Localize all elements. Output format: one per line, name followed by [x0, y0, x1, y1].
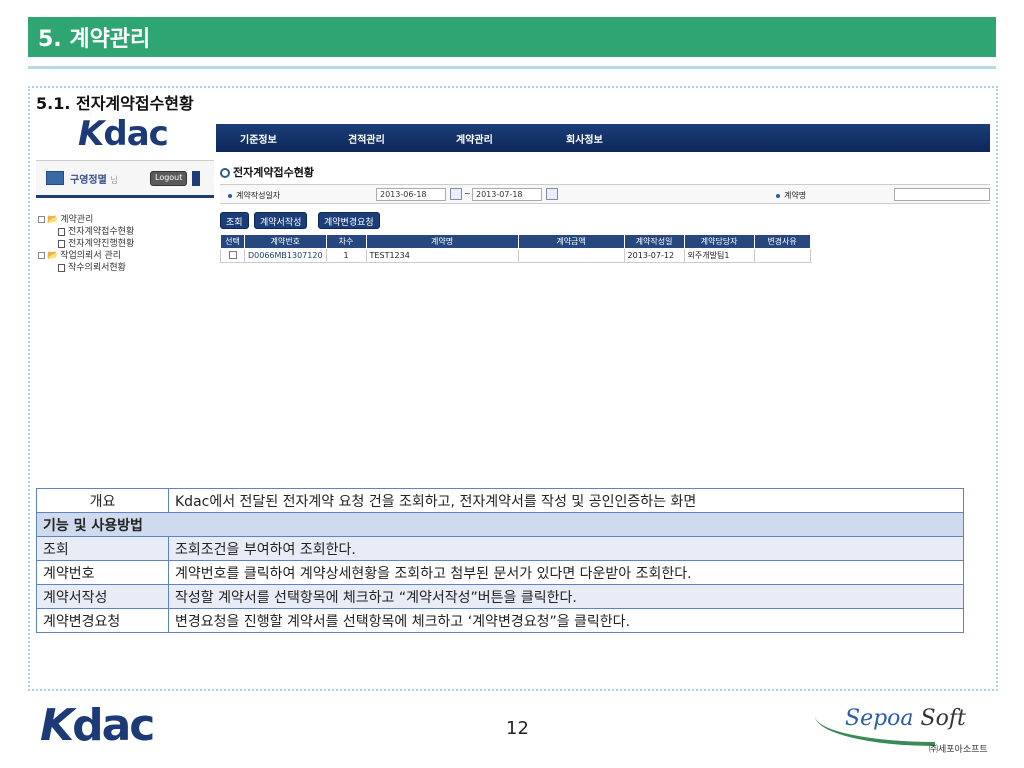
header-divider [28, 66, 996, 69]
sidebar-toggle[interactable] [192, 171, 200, 186]
nav-item-company[interactable]: 회사정보 [566, 131, 603, 146]
collapse-icon [38, 252, 45, 259]
slide-title: 5. 계약관리 [38, 27, 151, 52]
user-icon [46, 171, 64, 185]
tree-item-work-order-mgmt[interactable]: 📂 작업의뢰서 관리 [38, 250, 134, 262]
kdac-logo: Kdac [78, 114, 169, 154]
contract-name-label: 계약명 [776, 190, 806, 201]
folder-icon: 📂 [47, 215, 59, 225]
document-icon [58, 227, 65, 236]
date-from-input[interactable]: 2013-06-18 [376, 188, 446, 201]
date-label: 계약작성일자 [228, 190, 280, 201]
top-nav: 기준정보 견적관리 계약관리 회사정보 [216, 124, 990, 152]
row-checkbox[interactable] [228, 250, 237, 259]
nav-item-contract[interactable]: 계약관리 [456, 131, 493, 146]
calendar-icon[interactable] [546, 188, 558, 200]
tree-item-progress-status[interactable]: 전자계약진행현황 [38, 238, 134, 250]
footer-kdac-logo: Kdac [40, 700, 155, 751]
calendar-icon[interactable] [450, 188, 462, 200]
menu-tree: 📂 계약관리 전자계약접수현황 전자계약진행현황 📂 작업의뢰서 관리 작수의뢰서현… [38, 214, 134, 274]
date-to-input[interactable]: 2013-07-18 [472, 188, 542, 201]
section-title: 5.1. 전자계약접수현황 [36, 94, 194, 113]
tree-item-work-order-status[interactable]: 작수의뢰서현황 [38, 262, 134, 274]
nav-item-basic-info[interactable]: 기준정보 [240, 131, 277, 146]
document-icon [58, 263, 65, 272]
grid-header-row: 선택 계약번호 차수 계약명 계약금액 계약작성일 계약담당자 변경사유 [220, 234, 811, 249]
write-contract-button[interactable]: 계약서작성 [254, 212, 308, 229]
features-header-row: 기능 및 사용방법 [36, 512, 964, 537]
folder-icon: 📂 [47, 251, 59, 261]
page-number: 12 [506, 718, 529, 739]
user-box: 구영정멸 님 Logout [36, 160, 214, 198]
app-screenshot: Kdac 기준정보 견적관리 계약관리 회사정보 구영정멸 님 Logout 📂… [36, 114, 990, 474]
contract-number-link[interactable]: D0066MB1307120 [244, 248, 327, 263]
description-table: 개요 Kdac에서 전달된 전자계약 요청 건을 조회하고, 전자계약서를 작성… [36, 488, 964, 633]
table-row: D0066MB1307120 1 TEST1234 2013-07-12 외주개… [220, 248, 811, 263]
change-request-button[interactable]: 계약변경요청 [318, 212, 380, 229]
tree-item-receipt-status[interactable]: 전자계약접수현황 [38, 226, 134, 238]
collapse-icon [38, 216, 45, 223]
table-row: 계약변경요청 변경요청을 진행할 계약서를 선택항목에 체크하고 ‘계약변경요청… [36, 608, 964, 633]
table-row: 조회 조회조건을 부여하여 조회한다. [36, 536, 964, 561]
sepoa-logo: Sepoa Soft ㈜세포아소프트 [815, 706, 1005, 758]
user-name: 구영정멸 님 [70, 175, 118, 186]
page-title: 전자계약접수현황 [220, 164, 314, 180]
contract-name-input[interactable] [894, 188, 990, 201]
tree-item-contract-mgmt[interactable]: 📂 계약관리 [38, 214, 134, 226]
logout-button[interactable]: Logout [150, 171, 188, 186]
contract-grid: 선택 계약번호 차수 계약명 계약금액 계약작성일 계약담당자 변경사유 D00… [220, 234, 811, 263]
search-row: 계약작성일자 2013-06-18 ~ 2013-07-18 계약명 [220, 184, 990, 204]
nav-item-quote[interactable]: 견적관리 [348, 131, 385, 146]
search-button[interactable]: 조회 [220, 212, 249, 229]
search-icon [220, 168, 230, 178]
main-panel: 전자계약접수현황 계약작성일자 2013-06-18 ~ 2013-07-18 … [220, 162, 990, 474]
table-row: 계약번호 계약번호를 클릭하여 계약상세현황을 조회하고 첨부된 문서가 있다면… [36, 560, 964, 585]
overview-row: 개요 Kdac에서 전달된 전자계약 요청 건을 조회하고, 전자계약서를 작성… [36, 488, 964, 513]
slide-header: 5. 계약관리 [28, 17, 996, 57]
table-row: 계약서작성 작성할 계약서를 선택항목에 체크하고 “계약서작성”버튼을 클릭한… [36, 584, 964, 609]
document-icon [58, 239, 65, 248]
